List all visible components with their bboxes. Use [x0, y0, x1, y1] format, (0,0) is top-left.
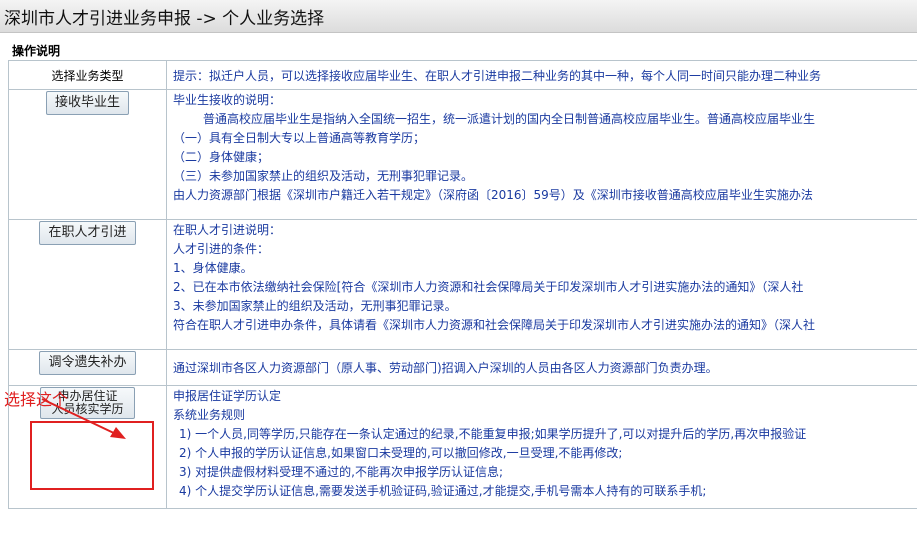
desc-line: 1、身体健康。 [173, 261, 253, 275]
desc-line: 由人力资源部门根据《深圳市户籍迁入若干规定》（深府函〔2016〕59号）及《深圳… [173, 188, 813, 202]
row-description: 在职人才引进说明： 人才引进的条件： 1、身体健康。 2、已在本市依法缴纳社会保… [166, 219, 917, 350]
desc-line: 毕业生接收的说明： [173, 93, 282, 107]
desc-line: 人才引进的条件： [173, 242, 270, 256]
row-description: 毕业生接收的说明： 普通高校应届毕业生是指纳入全国统一招生，统一派遣计划的国内全… [166, 89, 917, 220]
transfer-order-reissue-button[interactable]: 调令遗失补办 [39, 351, 136, 375]
row-description: 申报居住证学历认定 系统业务规则 1) 一个人员,同等学历,只能存在一条认定通过… [166, 385, 917, 509]
receive-graduate-button[interactable]: 接收毕业生 [45, 91, 129, 115]
row-button-cell: 调令遗失补办 [8, 349, 167, 386]
page-title: 深圳市人才引进业务申报 -> 个人业务选择 [4, 9, 325, 29]
desc-line: 4) 个人提交学历认证信息,需要发送手机验证码,验证通过,才能提交,手机号需本人… [179, 484, 707, 498]
desc-line: （三）未参加国家禁止的组织及活动，无刑事犯罪记录。 [173, 169, 474, 183]
row-button-cell: 接收毕业生 [8, 89, 167, 220]
desc-line: 普通高校应届毕业生是指纳入全国统一招生，统一派遣计划的国内全日制普通高校应届毕业… [203, 112, 816, 126]
desc-line: 2、已在本市依法缴纳社会保险[符合《深圳市人力资源和社会保障局关于印发深圳市人才… [173, 280, 804, 294]
desc-line: 2) 个人申报的学历认证信息,如果窗口未受理的,可以撤回修改,一旦受理,不能再修… [179, 446, 623, 460]
desc-line: 1) 一个人员,同等学历,只能存在一条认定通过的纪录,不能重复申报;如果学历提升… [179, 427, 807, 441]
desc-line: （一）具有全日制大专以上普通高等教育学历； [173, 131, 426, 145]
desc-line: 系统业务规则 [173, 408, 246, 422]
row-button-cell: 在职人才引进 [8, 219, 167, 350]
desc-line: 3、未参加国家禁止的组织及活动，无刑事犯罪记录。 [173, 299, 457, 313]
header-hint: 提示：拟迁户人员，可以选择接收应届毕业生、在职人才引进申报二种业务的其中一种，每… [166, 60, 917, 90]
talent-introduction-button[interactable]: 在职人才引进 [39, 221, 136, 245]
desc-line: 申报居住证学历认定 [173, 389, 282, 403]
table-row: 接收毕业生 毕业生接收的说明： 普通高校应届毕业生是指纳入全国统一招生，统一派遣… [8, 89, 917, 220]
table-header-row: 选择业务类型 提示：拟迁户人员，可以选择接收应届毕业生、在职人才引进申报二种业务… [8, 60, 917, 90]
desc-line: 通过深圳市各区人力资源部门（原人事、劳动部门)招调入户深圳的人员由各区人力资源部… [173, 360, 718, 375]
desc-line: 符合在职人才引进申办条件，具体请看《深圳市人力资源和社会保障局关于印发深圳市人才… [173, 318, 816, 332]
header-left: 选择业务类型 [8, 60, 167, 90]
table-row: 调令遗失补办 通过深圳市各区人力资源部门（原人事、劳动部门)招调入户深圳的人员由… [8, 349, 917, 386]
annotation-arrow-icon [41, 398, 126, 439]
desc-line: 3) 对提供虚假材料受理不通过的,不能再次申报学历认证信息; [179, 465, 503, 479]
title-bar: 深圳市人才引进业务申报 -> 个人业务选择 [0, 0, 917, 33]
desc-line: （二）身体健康； [173, 150, 270, 164]
desc-line: 在职人才引进说明： [173, 223, 282, 237]
section-label: 操作说明 [12, 44, 61, 58]
table-row: 在职人才引进 在职人才引进说明： 人才引进的条件： 1、身体健康。 2、已在本市… [8, 219, 917, 350]
row-description: 通过深圳市各区人力资源部门（原人事、劳动部门)招调入户深圳的人员由各区人力资源部… [166, 349, 917, 386]
